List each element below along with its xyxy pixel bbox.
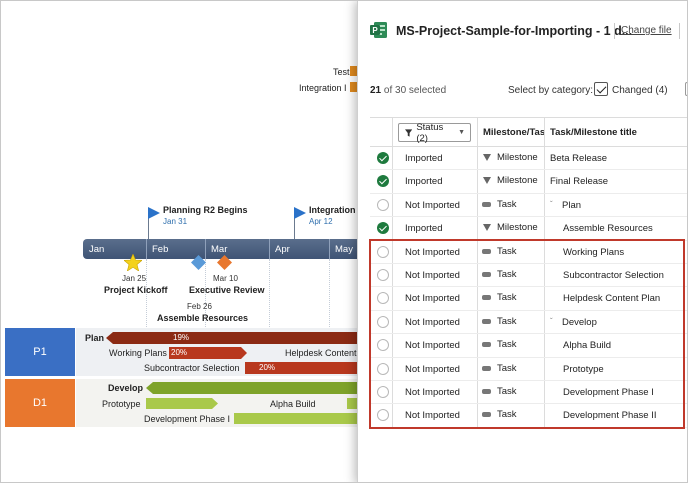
status-filter-label: Status (2) [416, 121, 444, 144]
unchecked-circle-icon[interactable] [377, 198, 389, 211]
app-window: Test Integration I Planning R2 Begins Ja… [0, 0, 688, 483]
milestone-icon [483, 177, 491, 185]
bar-percent: 20% [259, 363, 276, 372]
row-title: Beta Release [550, 153, 608, 164]
summary-bar-develop [146, 382, 361, 394]
swimlane-header: D1 [5, 379, 75, 427]
column-header-title[interactable]: Task/Milestone title [550, 127, 637, 138]
grid-line [269, 259, 270, 329]
svg-text:P: P [372, 26, 378, 35]
row-type: Milestone [497, 152, 538, 163]
bar-percent: 19% [173, 333, 190, 342]
row-type: Milestone [497, 222, 538, 234]
task-label: Working Plans [109, 348, 167, 358]
changed-checkbox[interactable] [594, 82, 608, 96]
flag-icon [148, 207, 160, 219]
task-label: Development Phase I [144, 414, 231, 424]
month-label: May [335, 244, 353, 255]
month-label: Jan [89, 244, 105, 255]
row-status: Not Imported [405, 199, 460, 211]
task-label: Helpdesk Content [285, 348, 357, 358]
table-row[interactable]: Imported Milestone Beta Release [370, 147, 687, 171]
highlight-box [369, 239, 685, 429]
month-label: Apr [275, 244, 290, 255]
grid-line [329, 259, 330, 329]
changed-checkbox-label[interactable]: Changed (4) [612, 85, 668, 96]
bar-percent: 20% [171, 348, 188, 357]
task-label: Subcontractor Selection [144, 363, 240, 373]
timeline-label-integration: Integration I [299, 83, 347, 93]
milestone-date: Jan 25 [122, 274, 147, 283]
expand-chevron-icon[interactable]: ˇ [550, 200, 553, 209]
star-milestone-icon [124, 254, 142, 271]
divider [614, 23, 615, 39]
table-header: Status (2) ▼ Milestone/Tas Task/Mileston… [370, 118, 687, 147]
status-filter-dropdown[interactable]: Status (2) ▼ [398, 121, 471, 144]
task-label: Plan [85, 333, 105, 343]
month-separator [146, 239, 147, 259]
month-separator [329, 239, 330, 259]
chevron-down-icon: ▼ [458, 129, 465, 136]
milestone-title: Assemble Resources [157, 313, 249, 323]
divider [679, 23, 680, 39]
table-row[interactable]: Imported Milestone Assemble Resources [370, 217, 687, 241]
category-label: Select by category: [508, 85, 594, 96]
task-label: Alpha Build [270, 399, 316, 409]
task-label: Develop [108, 383, 144, 393]
row-title: Assemble Resources [563, 223, 653, 235]
milestone-date: Feb 26 [187, 302, 212, 311]
selected-number: 21 [370, 85, 382, 96]
row-status: Imported [405, 176, 443, 188]
milestone-title: Project Kickoff [104, 285, 168, 295]
diamond-milestone-icon [217, 255, 232, 270]
timeline-label-test: Test [333, 67, 350, 77]
checked-circle-icon[interactable] [377, 152, 389, 164]
month-separator [269, 239, 270, 259]
month-label: Feb [152, 244, 169, 255]
row-status: Imported [405, 223, 443, 235]
flag-title: Integration [309, 205, 356, 215]
swimlane-header: P1 [5, 328, 75, 376]
table-row[interactable]: Not Imported Task ˇ Plan [370, 194, 687, 218]
checked-circle-icon[interactable] [377, 175, 389, 188]
diamond-milestone-icon [191, 255, 206, 270]
summary-bar-plan [106, 332, 361, 344]
task-label: Prototype [102, 399, 141, 409]
flag-title: Planning R2 Begins [163, 205, 248, 215]
row-type: Milestone [497, 175, 538, 187]
milestone-icon [483, 154, 491, 161]
milestone-icon [483, 224, 491, 232]
selection-count: 21 of 30 selected [370, 85, 446, 96]
table-row[interactable]: Imported Milestone Final Release [370, 170, 687, 194]
milestone-title: Executive Review [189, 285, 265, 295]
row-status: Imported [405, 153, 443, 164]
row-title: Final Release [550, 176, 609, 188]
flag-date: Apr 12 [309, 217, 333, 226]
column-header-type[interactable]: Milestone/Tas [483, 127, 545, 138]
milestone-date: Mar 10 [213, 274, 238, 283]
flag-icon [294, 207, 306, 219]
filter-icon [405, 128, 413, 137]
task-bar-dev-phase [234, 413, 361, 424]
row-title: Plan [562, 199, 582, 211]
dialog-header: P MS-Project-Sample-for-Importing - 1 d.… [358, 1, 687, 59]
row-type: Task [497, 198, 517, 210]
selected-suffix: of 30 selected [381, 85, 447, 96]
month-label: Mar [211, 244, 228, 255]
task-icon [482, 201, 491, 207]
task-bar-prototype [146, 398, 218, 409]
task-table: Status (2) ▼ Milestone/Tas Task/Mileston… [370, 117, 687, 428]
flag-date: Jan 31 [163, 217, 188, 226]
ms-project-icon: P [370, 22, 387, 38]
checked-circle-icon[interactable] [377, 222, 389, 235]
dialog-title: MS-Project-Sample-for-Importing - 1 d... [396, 24, 633, 38]
change-file-link[interactable]: Change file [621, 25, 672, 36]
